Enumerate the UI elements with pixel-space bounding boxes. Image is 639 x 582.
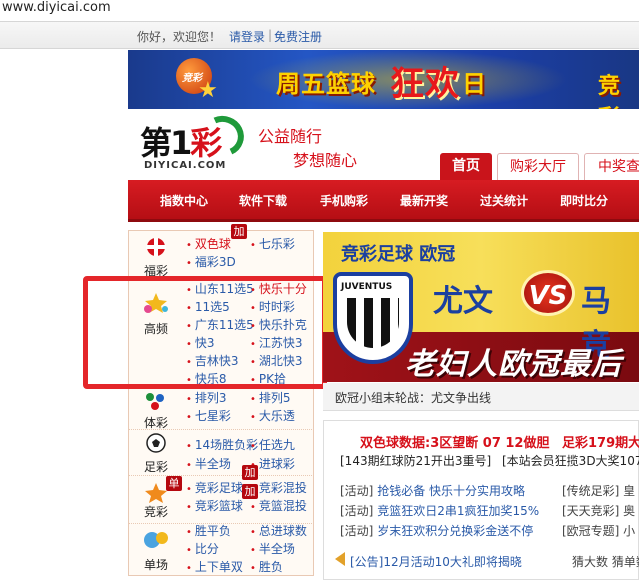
banner-text-3: 日	[462, 70, 486, 98]
football-icon	[146, 433, 166, 453]
game-renxuan9[interactable]: • 任选九	[250, 436, 295, 453]
promo-tagline: 老妇人欧冠最后	[405, 347, 622, 382]
sub-headline-2[interactable]: [本站会员狂揽3D大奖107	[502, 452, 639, 469]
main-nav: 指数中心 软件下载 手机购彩 最新开奖 过关统计 即时比分	[128, 180, 639, 222]
nav-software[interactable]: 软件下载	[239, 192, 287, 209]
game-banquanchang-dc[interactable]: • 半全场	[250, 540, 295, 557]
game-shangxiadanshuang[interactable]: • 上下单双	[186, 558, 243, 575]
ticai-icon	[146, 393, 164, 410]
tab-home[interactable]: 首页	[440, 153, 492, 180]
banner-text-4: 竞彩	[598, 74, 621, 109]
badge-jia: 加	[231, 224, 247, 239]
game-jczq[interactable]: • 竞彩足球	[186, 479, 243, 496]
promo-team-1: 尤文	[433, 284, 493, 319]
promo-banner[interactable]: 竞彩足球 欧冠 JUVENTUS 尤文 VS 马竞 老妇人欧冠最后	[323, 232, 639, 382]
logo-text-a: 第1	[140, 124, 192, 162]
badge-jia: 加	[242, 465, 258, 480]
category-label: 体彩	[144, 416, 169, 430]
juventus-badge-icon: JUVENTUS	[333, 272, 413, 364]
side-link[interactable]: [天天竞彩] 奥	[562, 502, 635, 519]
activity-item[interactable]: [活动] 抢钱必备 快乐十分实用攻略	[340, 482, 525, 499]
sub-headline-1[interactable]: [143期红球防21开出3重号]	[340, 452, 491, 469]
url-bar[interactable]: www.diyicai.com	[0, 0, 639, 20]
greeting-text: 你好，欢迎您！	[137, 30, 222, 44]
login-link[interactable]: 请登录	[229, 28, 265, 45]
logo-domain: DIYICAI.COM	[144, 160, 227, 171]
speaker-icon	[335, 552, 345, 566]
slogan-line-2: 梦想随心	[293, 151, 358, 170]
game-qilecai[interactable]: • 七乐彩	[250, 235, 295, 252]
stat-headline-1[interactable]: 双色球数据:3区望断 07 12做胆	[360, 432, 549, 451]
danchang-icon	[144, 532, 168, 548]
club-badge-text: JUVENTUS	[341, 282, 393, 292]
top-login-bar: 你好，欢迎您！ 请登录 | 免费注册	[0, 21, 639, 49]
badge-dan: 单	[166, 476, 182, 491]
activity-item[interactable]: [活动] 竞篮狂欢日2串1疯狂加奖15%	[340, 502, 539, 519]
nav-latest-results[interactable]: 最新开奖	[400, 192, 448, 209]
game-zongjinqiu[interactable]: • 总进球数	[250, 522, 307, 539]
notice-link[interactable]: [公告]12月活动10大礼即将揭晓	[350, 553, 522, 570]
game-shengpingfu[interactable]: • 胜平负	[186, 522, 231, 539]
slogan-line-1: 公益随行	[258, 127, 323, 146]
nav-index-center[interactable]: 指数中心	[160, 192, 208, 209]
separator: |	[268, 28, 273, 42]
stat-headline-2[interactable]: 足彩179期大	[562, 432, 639, 451]
game-shengfu[interactable]: • 胜负	[250, 558, 283, 575]
promo-caption[interactable]: 欧冠小组末轮战：尤文争出线	[323, 383, 639, 411]
nav-mobile[interactable]: 手机购彩	[320, 192, 368, 209]
banner-text-2: 狂欢	[390, 64, 460, 104]
register-link[interactable]: 免费注册	[274, 28, 322, 45]
game-jlhuntou[interactable]: • 竞篮混投	[250, 497, 307, 514]
star-icon: ★	[198, 78, 218, 103]
category-label: 足彩	[144, 460, 169, 474]
side-link[interactable]: [欧冠专题] 小	[562, 522, 635, 539]
promo-headline: 竞彩足球 欧冠	[341, 244, 456, 265]
tab-results[interactable]: 中奖查	[584, 153, 639, 180]
game-qixingcai[interactable]: • 七星彩	[186, 407, 231, 424]
activity-item[interactable]: [活动] 岁末狂欢积分兑换彩金送不停	[340, 522, 533, 539]
notice-right-link[interactable]: 猜大数 猜单数	[572, 553, 639, 570]
game-fucai3d[interactable]: • 福彩3D	[186, 253, 236, 270]
url-text: www.diyicai.com	[2, 0, 111, 15]
game-jchuntou[interactable]: •竞彩混投	[250, 479, 307, 496]
game-pailie3[interactable]: • 排列3	[186, 389, 227, 406]
game-14chang[interactable]: • 14场胜负彩	[186, 436, 258, 453]
game-banquanchang[interactable]: • 半全场	[186, 455, 231, 472]
game-shuangseqiu[interactable]: • 双色球	[186, 235, 231, 252]
top-banner-ad[interactable]: 竞彩 ★ 周五篮球 狂欢 日 竞彩	[128, 50, 639, 109]
side-link[interactable]: [传统足彩] 皇	[562, 482, 635, 499]
fucai-icon	[146, 238, 166, 256]
nav-stats[interactable]: 过关统计	[480, 192, 528, 209]
banner-text-1: 周五篮球	[276, 70, 376, 98]
tab-lottery-hall[interactable]: 购彩大厅	[497, 153, 579, 180]
game-bifen[interactable]: • 比分	[186, 540, 219, 557]
category-label: 单场	[144, 558, 169, 572]
game-jclq[interactable]: • 竞彩篮球	[186, 497, 243, 514]
nav-live-score[interactable]: 即时比分	[560, 192, 608, 209]
highlight-box	[83, 276, 327, 389]
game-pailie5[interactable]: • 排列5	[250, 389, 291, 406]
promo-vs: VS	[521, 270, 575, 316]
game-daletou[interactable]: • 大乐透	[250, 407, 295, 424]
category-label: 竞彩	[144, 505, 169, 519]
